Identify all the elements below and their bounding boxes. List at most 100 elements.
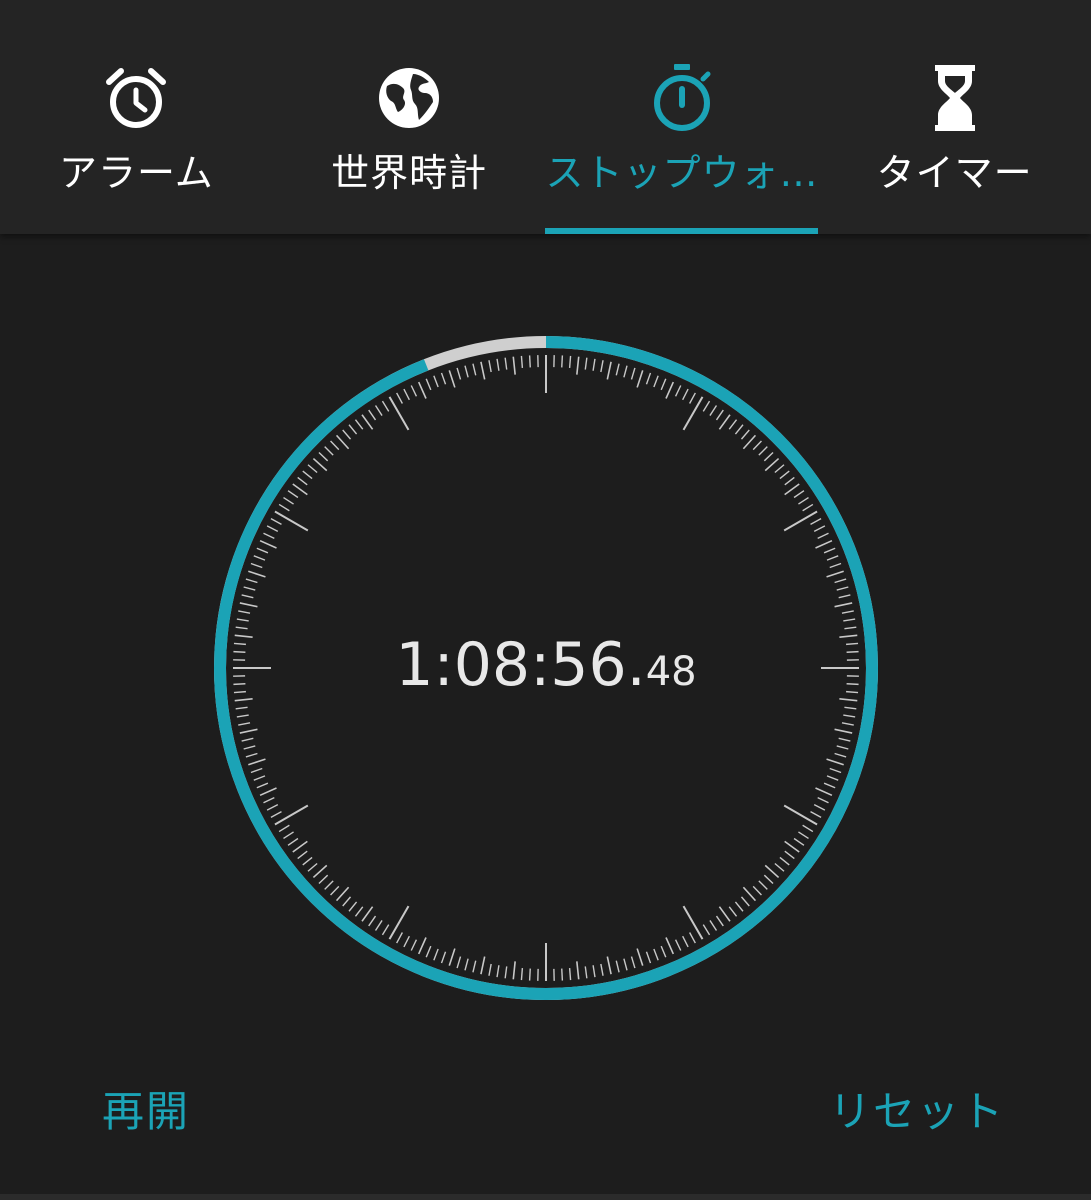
dial-tick xyxy=(342,896,352,907)
dial-tick xyxy=(263,532,275,540)
dial-tick xyxy=(843,714,856,718)
dial-tick xyxy=(802,824,814,833)
dial-tick xyxy=(307,464,318,474)
reset-button[interactable]: リセット xyxy=(829,1078,1005,1139)
tab-stopwatch[interactable]: ストップウォ… xyxy=(546,0,819,234)
dial-tick xyxy=(472,363,477,376)
dial-tick xyxy=(843,618,856,622)
dial-tick xyxy=(410,385,418,397)
dial-tick xyxy=(287,490,299,499)
alarm-icon xyxy=(106,68,167,128)
tab-timer-label: タイマー xyxy=(876,151,1033,195)
dial-tick xyxy=(584,357,588,370)
elapsed-time: 1:08:56.48 xyxy=(205,630,887,700)
dial-tick xyxy=(793,490,805,499)
dial-tick xyxy=(354,906,364,917)
dial-tick xyxy=(259,539,277,549)
dial-tick xyxy=(689,392,696,404)
dial-tick xyxy=(826,570,844,578)
dial-tick xyxy=(715,915,724,927)
dial-tick xyxy=(674,385,682,397)
dial-tick xyxy=(256,547,269,554)
dial-tick xyxy=(838,594,851,599)
dial-tick xyxy=(810,811,822,818)
dial-tick xyxy=(784,840,800,853)
dial-tick xyxy=(645,372,652,385)
dial-tick xyxy=(813,525,826,532)
dial-tick xyxy=(374,405,383,416)
dial-tick xyxy=(302,470,313,480)
dial-tick xyxy=(823,782,836,789)
dial-tick xyxy=(784,850,795,860)
dial-tick xyxy=(297,850,308,860)
dial-tick xyxy=(464,958,469,971)
tab-timer[interactable]: タイマー xyxy=(818,0,1091,234)
dial-tick xyxy=(259,787,277,797)
dial-tick xyxy=(763,874,774,884)
dial-tick xyxy=(576,356,580,375)
dial-tick xyxy=(576,961,580,980)
dial-tick xyxy=(568,355,572,368)
dial-tick xyxy=(456,956,462,969)
elapsed-time-main: 1:08:56 xyxy=(395,630,627,700)
dial-tick xyxy=(653,948,659,961)
dial-tick xyxy=(826,775,839,781)
dial-tick xyxy=(742,434,757,450)
dial-tick xyxy=(292,840,308,853)
dial-tick xyxy=(758,446,768,456)
dial-tick xyxy=(456,367,462,380)
dial-tick xyxy=(774,862,785,872)
dial-tick xyxy=(448,948,456,966)
dial-tick xyxy=(841,722,854,726)
dial-tick xyxy=(844,706,857,710)
dial-tick xyxy=(348,424,358,435)
dial-tick xyxy=(248,570,266,578)
dial-tick xyxy=(488,963,492,976)
dial-tick xyxy=(784,476,795,486)
dial-tick xyxy=(297,476,308,486)
dial-tick xyxy=(758,880,768,890)
resume-button[interactable]: 再開 xyxy=(102,1078,190,1139)
dial-tick xyxy=(496,965,500,978)
dial-tick xyxy=(623,958,628,971)
dial-tick xyxy=(740,429,750,440)
dial-tick xyxy=(728,906,738,917)
elapsed-time-separator: . xyxy=(626,630,646,700)
dial-tick xyxy=(709,405,718,416)
dial-tick xyxy=(403,388,410,401)
dial-tick xyxy=(630,956,636,969)
dial-tick xyxy=(504,966,508,979)
dial-tick xyxy=(528,968,531,981)
dial-tick xyxy=(774,464,785,474)
dial-tick xyxy=(834,752,847,758)
dial-tick xyxy=(256,782,269,789)
dial-tick xyxy=(324,880,334,890)
tab-world-clock-label: 世界時計 xyxy=(331,151,488,195)
dial-tick xyxy=(665,381,675,399)
dial-tick xyxy=(718,414,731,430)
dial-tick xyxy=(425,945,432,958)
tab-world-clock[interactable]: 世界時計 xyxy=(273,0,546,234)
dial-tick xyxy=(433,375,439,388)
dial-tick xyxy=(318,874,329,884)
dial-tick xyxy=(318,452,329,462)
dial-tick xyxy=(368,915,377,927)
dial-tick xyxy=(734,901,744,912)
dial-tick xyxy=(283,496,294,505)
dial-tick xyxy=(817,796,829,804)
dial-tick xyxy=(783,510,818,532)
dial-tick xyxy=(653,375,659,388)
dial-tick xyxy=(836,586,849,591)
dial-tick xyxy=(793,837,805,846)
dial-tick xyxy=(734,424,744,435)
dial-tick xyxy=(243,586,256,591)
dial-tick xyxy=(236,714,249,718)
dial-tick xyxy=(600,963,604,976)
dial-tick xyxy=(689,932,696,944)
dial-tick xyxy=(330,440,340,451)
dial-tick xyxy=(270,811,282,818)
dial-tick xyxy=(417,381,427,399)
dial-tick xyxy=(403,935,410,948)
tab-alarm[interactable]: アラーム xyxy=(0,0,273,234)
elapsed-time-fraction: 48 xyxy=(645,649,697,695)
